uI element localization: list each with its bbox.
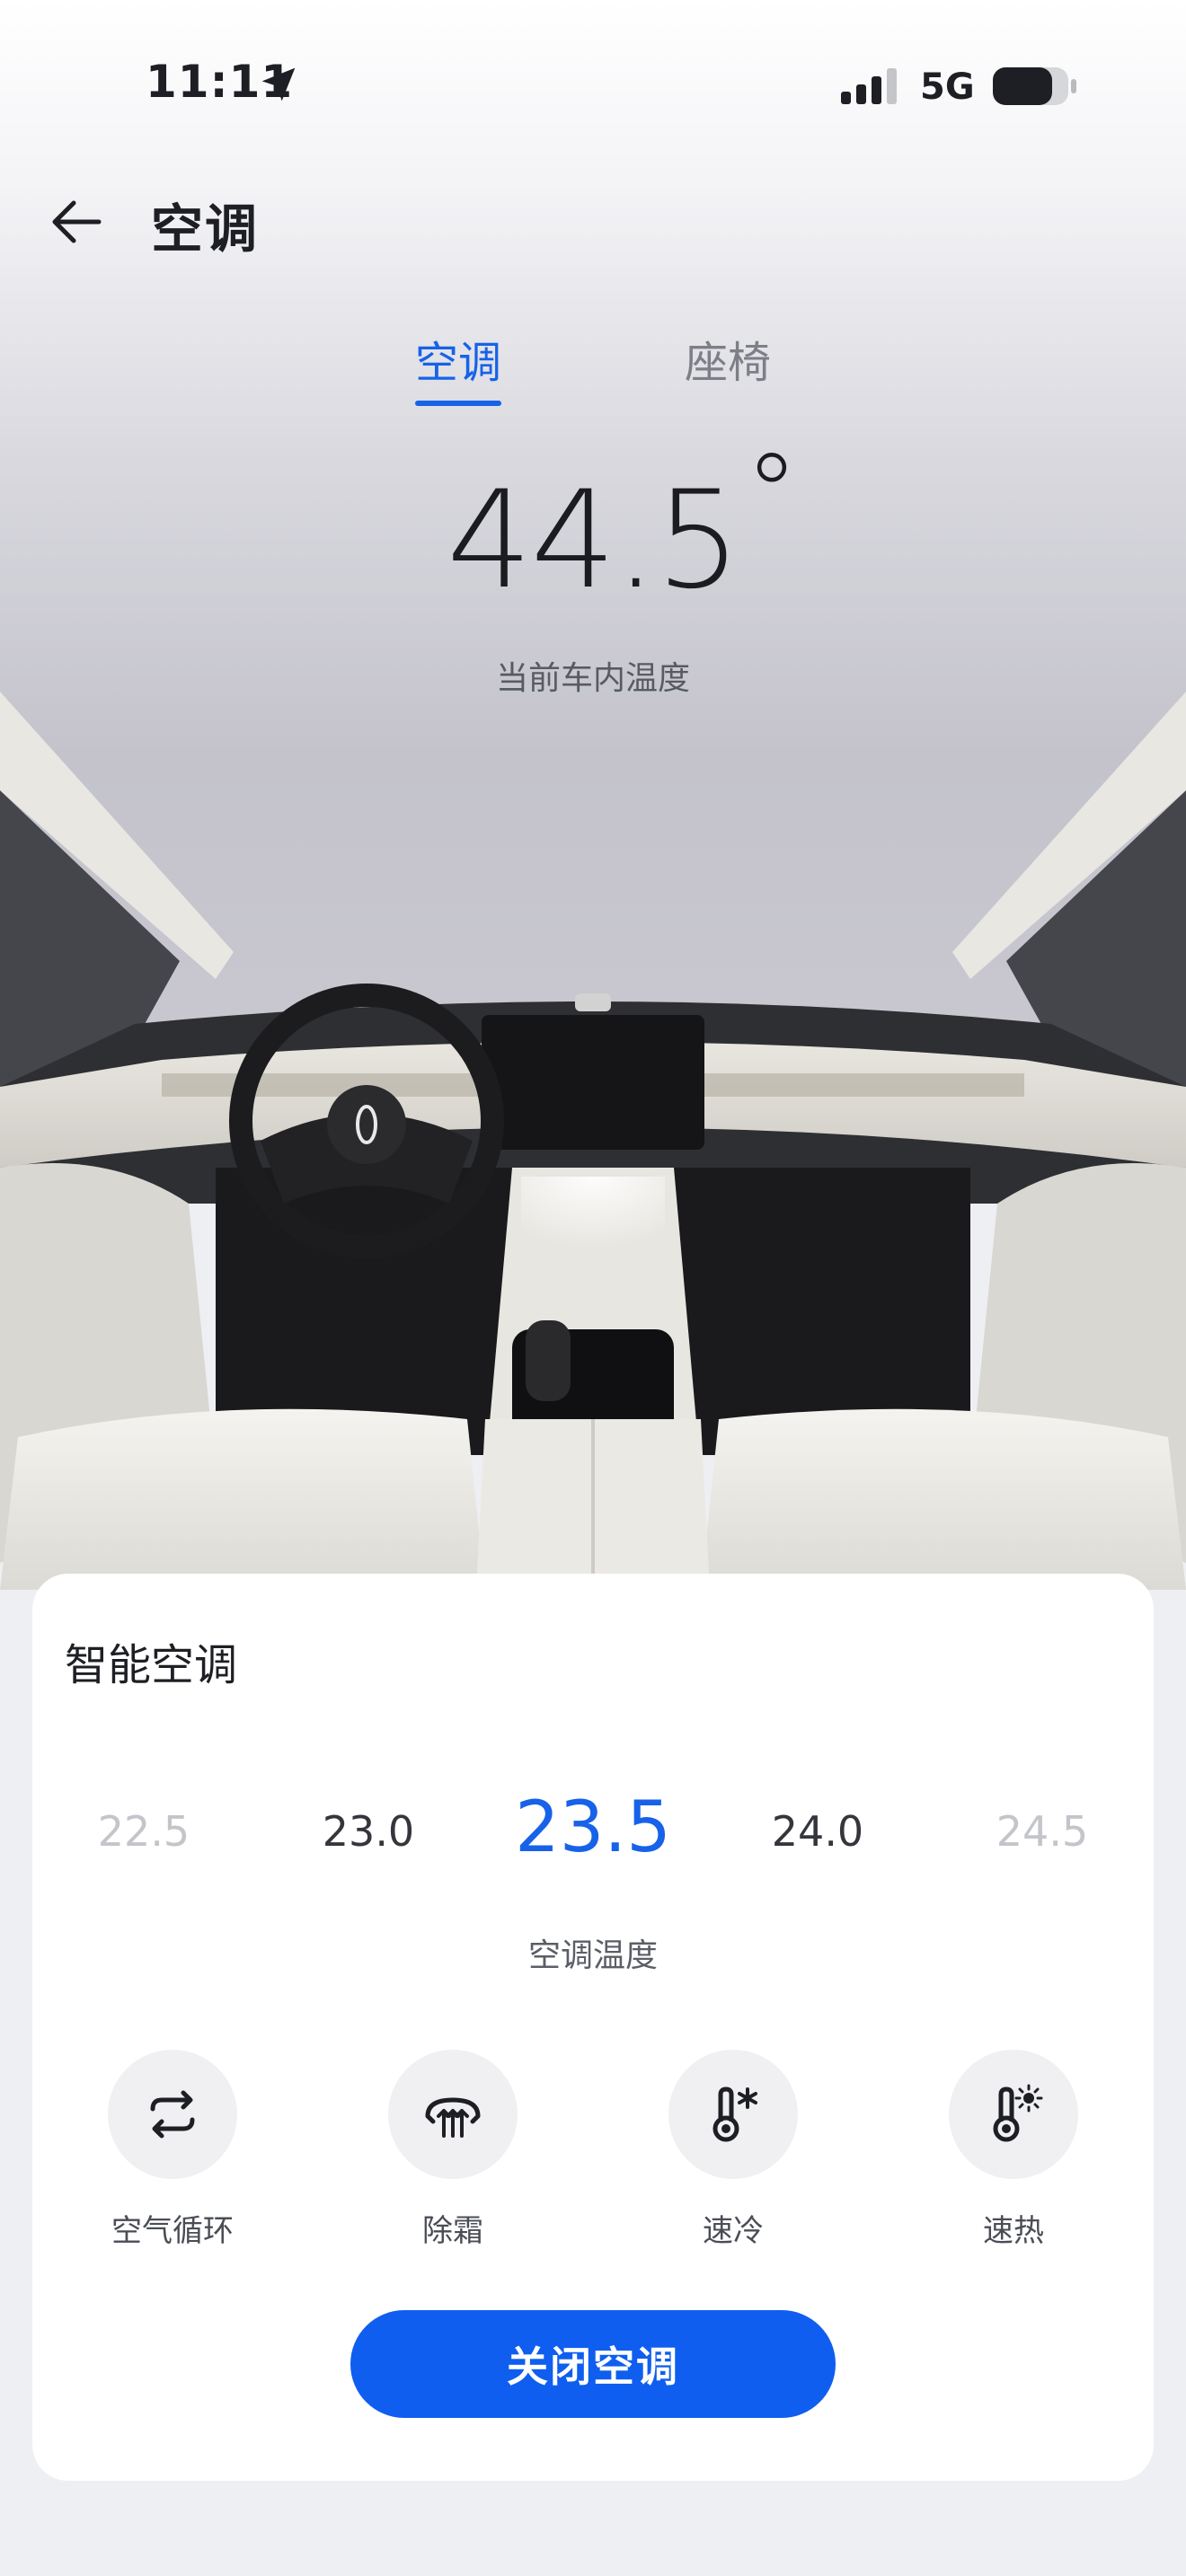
smart-ac-card: 智能空调 22.5 23.0 23.5 24.0 24.5 空调温度 空气循环 … <box>32 1574 1154 2481</box>
degree-symbol: ° <box>744 432 799 557</box>
cabin-temperature: 44.5 ° <box>0 432 1186 619</box>
temperature-option[interactable]: 24.5 <box>952 1807 1132 1856</box>
selected-temperature[interactable]: 23.5 <box>503 1787 683 1868</box>
battery-icon <box>993 67 1076 105</box>
back-arrow-icon[interactable] <box>47 192 106 251</box>
air-cycle-label: 空气循环 <box>111 2213 234 2249</box>
quick-heat-icon <box>993 2084 1043 2142</box>
defrost-label: 除霜 <box>422 2213 483 2249</box>
location-arrow-icon <box>261 67 296 101</box>
defrost-icon <box>425 2097 481 2138</box>
active-tab-indicator <box>415 401 501 406</box>
temperature-option[interactable]: 22.5 <box>54 1807 234 1856</box>
quick-cool-label: 速冷 <box>703 2213 764 2249</box>
quick-heat-button[interactable]: 速热 <box>915 2050 1112 2250</box>
page-title: 空调 <box>151 198 260 260</box>
tab-seat[interactable]: 座椅 <box>685 327 771 390</box>
cabin-temperature-value: 44.5 <box>447 463 741 619</box>
car-interior-image <box>0 692 1186 1590</box>
quick-cool-button[interactable]: 速冷 <box>634 2050 832 2250</box>
temperature-option[interactable]: 23.0 <box>279 1807 458 1856</box>
ac-temperature-label: 空调温度 <box>527 1937 658 1974</box>
temperature-option[interactable]: 24.0 <box>728 1807 907 1856</box>
quick-cool-icon <box>712 2086 757 2142</box>
card-title: 智能空调 <box>65 1640 238 1690</box>
air-cycle-icon <box>150 2090 195 2139</box>
quick-heat-label: 速热 <box>983 2213 1044 2249</box>
network-type: 5G <box>920 66 975 108</box>
cellular-signal-icon <box>841 68 897 104</box>
defrost-button[interactable]: 除霜 <box>354 2050 552 2250</box>
close-ac-button[interactable]: 关闭空调 <box>350 2310 836 2418</box>
tab-air-conditioning[interactable]: 空调 <box>415 327 501 390</box>
air-cycle-button[interactable]: 空气循环 <box>74 2050 271 2250</box>
